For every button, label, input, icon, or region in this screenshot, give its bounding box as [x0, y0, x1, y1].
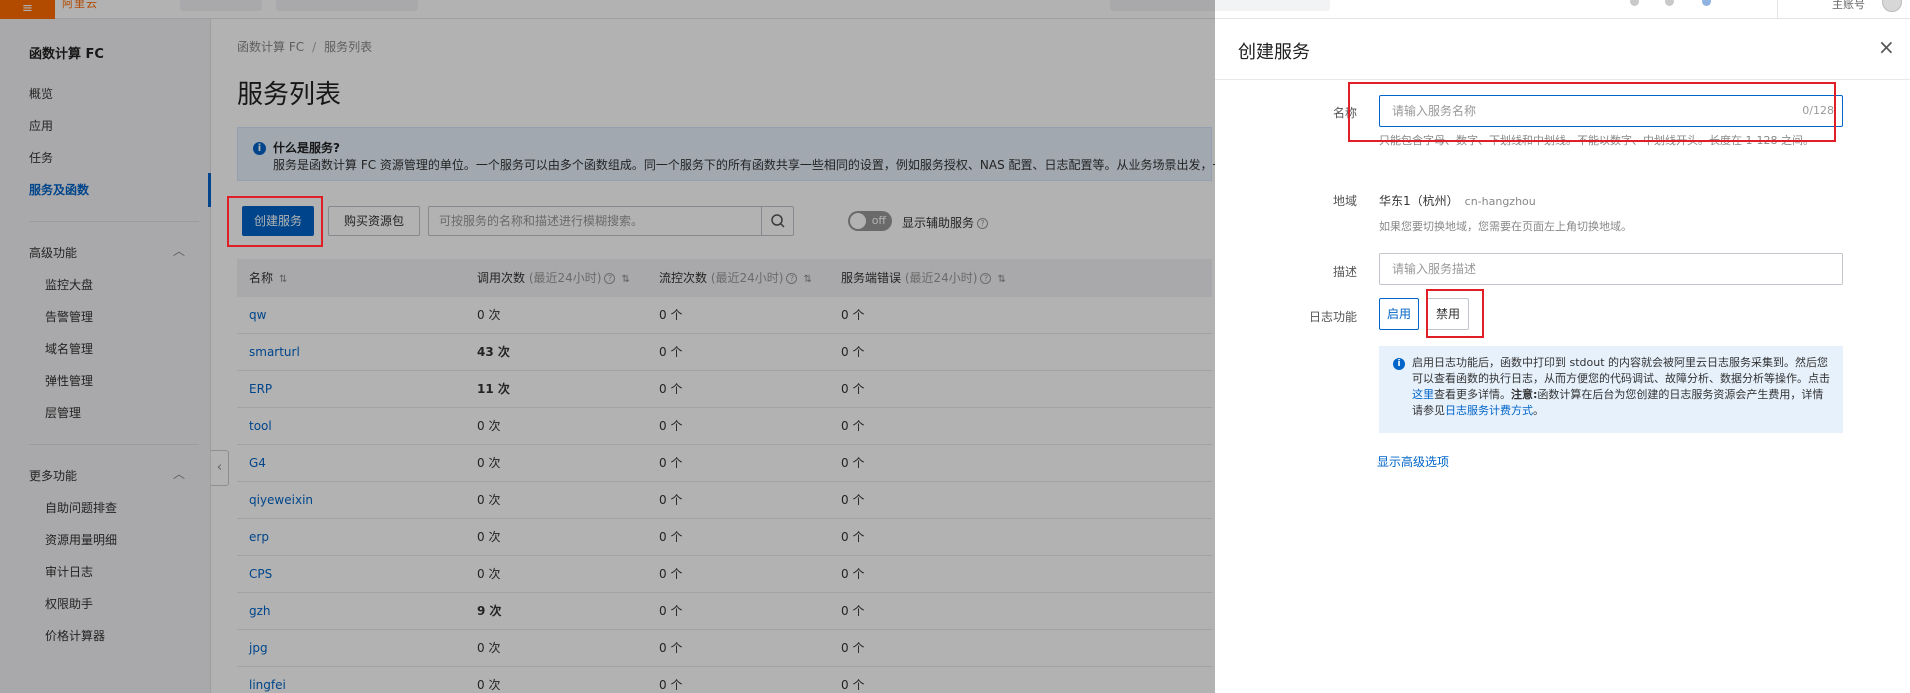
close-icon[interactable]: × [1878, 37, 1895, 57]
modal-mask[interactable] [0, 0, 1215, 693]
highlight-name-field [1348, 82, 1836, 142]
avatar[interactable] [1882, 0, 1902, 12]
info-icon: i [1393, 358, 1405, 370]
topbar-divider [1777, 0, 1778, 19]
log-enable-button[interactable]: 启用 [1379, 298, 1419, 330]
region-help-text: 如果您要切换地域，您需要在页面左上角切换地域。 [1379, 220, 1632, 233]
description-input[interactable] [1380, 254, 1842, 284]
log-billing-link[interactable]: 日志服务计费方式 [1445, 404, 1533, 417]
drawer-header: 创建服务 × [1215, 19, 1910, 80]
cart-icon[interactable] [1630, 0, 1639, 6]
log-info-box: i 启用日志功能后，函数中打印到 stdout 的内容就会被阿里云日志服务采集到… [1379, 346, 1843, 433]
help-icon[interactable] [1702, 0, 1711, 6]
name-label: 名称 [1332, 106, 1357, 120]
highlight-disable-button [1426, 289, 1484, 338]
bell-icon[interactable] [1665, 0, 1674, 6]
log-info-text: 启用日志功能后，函数中打印到 stdout 的内容就会被阿里云日志服务采集到。然… [1412, 356, 1830, 417]
log-label: 日志功能 [1308, 310, 1357, 324]
region-value: 华东1（杭州） cn-hangzhou [1379, 194, 1536, 208]
description-field [1379, 253, 1843, 285]
drawer-title: 创建服务 [1238, 42, 1310, 63]
description-label: 描述 [1332, 265, 1357, 279]
account-name[interactable]: 主账号 [1832, 0, 1865, 10]
show-advanced-link[interactable]: 显示高级选项 [1377, 453, 1449, 470]
region-label: 地域 [1332, 194, 1357, 208]
highlight-create-button [227, 196, 323, 247]
here-link[interactable]: 这里 [1412, 388, 1434, 401]
